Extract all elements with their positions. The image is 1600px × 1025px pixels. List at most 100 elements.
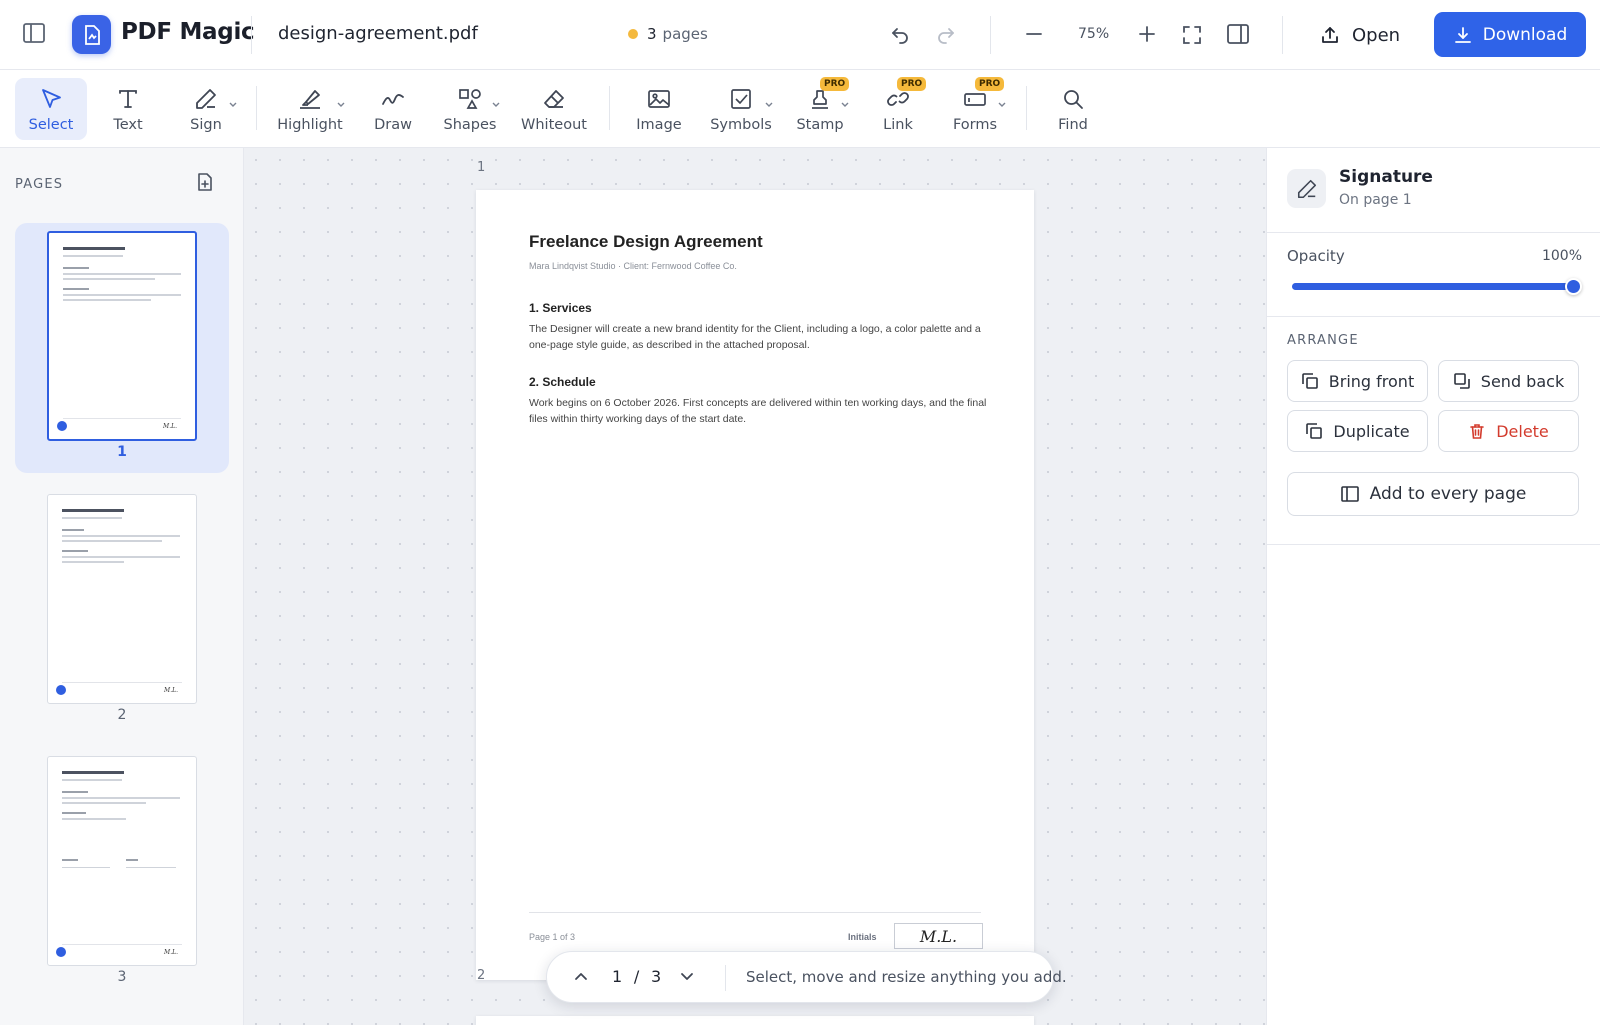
document-content: Freelance Design Agreement Mara Lindqvis… xyxy=(529,232,989,427)
chevron-down-icon[interactable] xyxy=(997,94,1007,113)
tool-label: Whiteout xyxy=(521,117,587,133)
page-counter: 1 / 3 xyxy=(612,967,662,986)
download-icon xyxy=(1453,25,1473,45)
page-separator: / xyxy=(628,967,646,986)
tool-draw[interactable]: Draw xyxy=(363,78,423,140)
download-button[interactable]: Download xyxy=(1434,12,1586,57)
opacity-slider[interactable] xyxy=(1292,278,1582,295)
highlighter-icon xyxy=(297,84,323,114)
chevron-down-icon[interactable] xyxy=(228,94,238,113)
add-to-every-page-button[interactable]: Add to every page xyxy=(1287,472,1579,516)
page-thumbnail-1[interactable]: M.L. 1 xyxy=(15,223,229,473)
send-back-button[interactable]: Send back xyxy=(1438,360,1579,402)
pro-badge: PRO xyxy=(820,77,850,91)
tool-bar: Select Text Sign Highlight Draw Shapes W… xyxy=(0,70,1600,148)
pdf-page-1[interactable]: Freelance Design Agreement Mara Lindqvis… xyxy=(476,190,1034,980)
divider xyxy=(251,16,252,54)
hint-text: Select, move and resize anything you add… xyxy=(746,968,1067,986)
document-title: Freelance Design Agreement xyxy=(529,232,763,251)
page-count-number: 3 xyxy=(647,25,657,43)
chevron-down-icon[interactable] xyxy=(764,94,774,113)
status-dot xyxy=(628,29,638,39)
tool-label: Shapes xyxy=(443,117,497,133)
thumb-initials: M.L. xyxy=(164,687,178,694)
page-count-label: pages xyxy=(662,25,708,43)
pages-panel: PAGES M.L. 1 M.L. 2 M.L. 3 xyxy=(0,148,244,1025)
thumb-initials: M.L. xyxy=(163,423,177,430)
bring-front-button[interactable]: Bring front xyxy=(1287,360,1428,402)
bring-front-icon xyxy=(1301,372,1319,390)
signature-initials[interactable]: M.L. xyxy=(894,923,983,949)
tool-select[interactable]: Select xyxy=(15,78,87,140)
tool-label: Text xyxy=(113,117,143,133)
add-to-every-page-label: Add to every page xyxy=(1369,484,1527,504)
app-name: PDF Magic xyxy=(121,19,255,45)
image-icon xyxy=(646,84,672,114)
page-thumbnail-3[interactable]: M.L. 3 xyxy=(15,748,229,998)
top-bar: PDF Magic design-agreement.pdf 3 pages 75… xyxy=(0,0,1600,70)
tool-image[interactable]: Image xyxy=(628,78,690,140)
page-thumbnail-2[interactable]: M.L. 2 xyxy=(15,486,229,736)
duplicate-button[interactable]: Duplicate xyxy=(1287,410,1428,452)
fullscreen-icon[interactable] xyxy=(1181,24,1203,46)
document-subtitle: Mara Lindqvist Studio · Client: Fernwood… xyxy=(529,261,737,271)
signature-marker xyxy=(56,947,66,957)
pdf-page-2[interactable] xyxy=(476,1016,1034,1025)
zoom-out-icon[interactable] xyxy=(1024,24,1044,44)
app-logo xyxy=(72,15,111,54)
tool-whiteout[interactable]: Whiteout xyxy=(516,78,592,140)
download-label: Download xyxy=(1482,24,1568,45)
sidebar-toggle-icon[interactable] xyxy=(22,22,50,48)
properties-panel: Signature On page 1 Opacity 100% ARRANGE… xyxy=(1266,148,1600,1025)
chevron-up-icon[interactable] xyxy=(571,966,591,990)
delete-button[interactable]: Delete xyxy=(1438,410,1579,452)
current-page[interactable]: 1 xyxy=(612,967,623,986)
chevron-down-icon[interactable] xyxy=(491,94,501,113)
pen-icon xyxy=(194,84,218,114)
opacity-label: Opacity xyxy=(1287,247,1345,265)
add-page-icon[interactable] xyxy=(196,172,214,192)
panel-toggle-icon[interactable] xyxy=(1226,23,1250,45)
divider xyxy=(256,86,257,130)
opacity-slider-thumb[interactable] xyxy=(1565,278,1582,295)
upload-icon xyxy=(1320,25,1340,45)
search-icon xyxy=(1061,84,1085,114)
divider xyxy=(1267,232,1600,233)
trash-icon xyxy=(1468,422,1486,440)
page-count: 3 pages xyxy=(647,25,708,43)
file-name[interactable]: design-agreement.pdf xyxy=(278,23,478,44)
eraser-icon xyxy=(541,84,567,114)
text-icon xyxy=(116,84,140,114)
bring-front-label: Bring front xyxy=(1328,371,1415,391)
document-canvas[interactable]: 1 Freelance Design Agreement Mara Lindqv… xyxy=(244,148,1266,1025)
selection-title: Signature xyxy=(1339,167,1433,187)
divider xyxy=(1282,16,1283,54)
chevron-down-icon[interactable] xyxy=(677,966,697,990)
footer-divider xyxy=(529,912,981,913)
opacity-value: 100% xyxy=(1541,248,1582,264)
tool-label: Symbols xyxy=(710,117,772,133)
tool-sign[interactable]: Sign xyxy=(176,78,236,140)
tool-find[interactable]: Find xyxy=(1045,78,1101,140)
undo-icon[interactable] xyxy=(888,22,912,46)
tool-label: Find xyxy=(1058,117,1088,133)
page-navigator: 1 / 3 Select, move and resize anything y… xyxy=(546,951,1067,1003)
pen-icon xyxy=(1287,169,1326,208)
tool-label: Select xyxy=(28,117,74,133)
open-button[interactable]: Open xyxy=(1320,20,1400,50)
page-thumbnail-image: M.L. xyxy=(47,756,197,966)
pages-icon xyxy=(1340,485,1360,503)
opacity-slider-fill xyxy=(1292,283,1574,290)
zoom-level[interactable]: 75% xyxy=(1078,26,1109,42)
open-label: Open xyxy=(1352,24,1401,46)
chevron-down-icon[interactable] xyxy=(840,94,850,113)
redo-icon[interactable] xyxy=(934,22,958,46)
signature-marker xyxy=(56,685,66,695)
tool-label: Highlight xyxy=(277,117,343,133)
zoom-in-icon[interactable] xyxy=(1137,24,1157,44)
tool-text[interactable]: Text xyxy=(98,78,158,140)
duplicate-label: Duplicate xyxy=(1333,421,1410,441)
chevron-down-icon[interactable] xyxy=(336,94,346,113)
arrange-label: ARRANGE xyxy=(1287,333,1359,348)
footer-page-number: Page 1 of 3 xyxy=(529,932,576,942)
